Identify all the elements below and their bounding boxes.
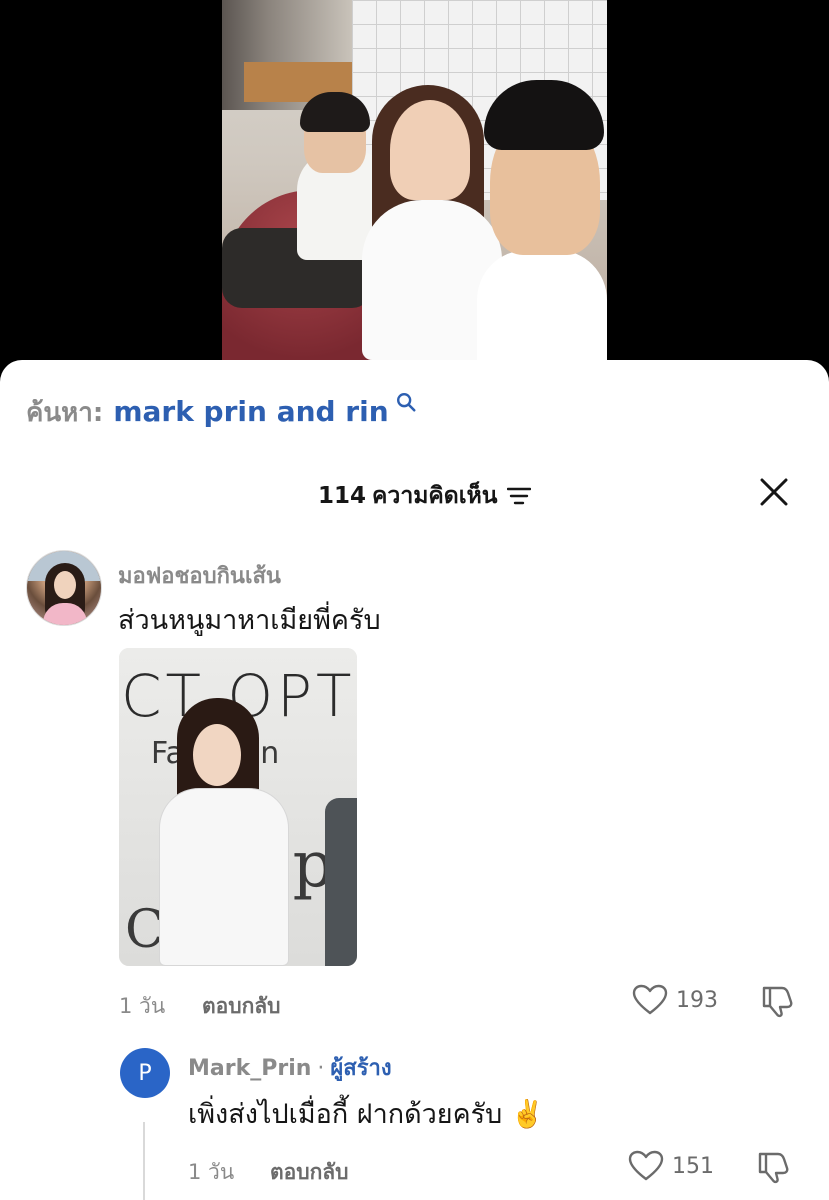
like-button[interactable]: 151 (628, 1150, 714, 1182)
dislike-icon[interactable] (760, 984, 794, 1018)
separator-dot: · (317, 1056, 325, 1081)
search-suggestion[interactable]: ค้นหา: mark prin and rin (26, 392, 417, 436)
like-count: 151 (672, 1153, 714, 1179)
attachment-person-body (159, 788, 289, 966)
avatar[interactable]: P (120, 1048, 170, 1098)
close-icon[interactable] (758, 476, 790, 508)
video-frame[interactable] (222, 0, 607, 360)
video-person-2-head (390, 100, 470, 200)
comment-time: 1 วัน (119, 994, 166, 1018)
comments-label: ความคิดเห็น (372, 483, 498, 509)
search-query-link[interactable]: mark prin and rin (113, 395, 388, 428)
comments-count: 114 (318, 483, 367, 509)
reply-thread-line (143, 1122, 145, 1200)
comment-text: ส่วนหนูมาหาเมียพี่ครับ (118, 605, 381, 636)
video-player[interactable] (0, 0, 829, 375)
comments-sheet: ค้นหา: mark prin and rin 114 ความคิดเห็น (0, 360, 829, 1200)
heart-icon[interactable] (632, 984, 668, 1016)
attachment-person-face (193, 724, 241, 786)
comment-image-attachment[interactable]: CT OPT Fas Islan n p C t (119, 648, 357, 966)
attachment-person-2 (325, 798, 357, 966)
comments-header: 114 ความคิดเห็น (0, 470, 829, 520)
heart-icon[interactable] (628, 1150, 664, 1182)
comment-username[interactable]: มอฟอชอบกินเส้น (118, 558, 281, 593)
avatar-face (54, 571, 76, 599)
search-label: ค้นหา: (26, 398, 104, 428)
creator-badge: ผู้สร้าง (330, 1056, 392, 1081)
video-person-3-body (477, 250, 607, 360)
reply-username[interactable]: Mark_Prin (188, 1056, 311, 1081)
reply-button[interactable]: ตอบกลับ (270, 1156, 349, 1189)
search-icon[interactable] (395, 391, 417, 413)
filter-icon[interactable] (507, 486, 532, 506)
avatar[interactable] (26, 550, 102, 626)
like-button[interactable]: 193 (632, 984, 718, 1016)
reply-user-row: Mark_Prin · ผู้สร้าง (188, 1050, 392, 1085)
reply-button[interactable]: ตอบกลับ (202, 990, 281, 1023)
reply-time: 1 วัน (188, 1160, 235, 1184)
dislike-icon[interactable] (756, 1150, 790, 1184)
like-count: 193 (676, 987, 718, 1013)
reply-text: เพิ่งส่งไปเมื่อกี้ ฝากด้วยครับ ✌️ (188, 1099, 545, 1130)
comments-count-title[interactable]: 114 ความคิดเห็น (318, 478, 532, 514)
